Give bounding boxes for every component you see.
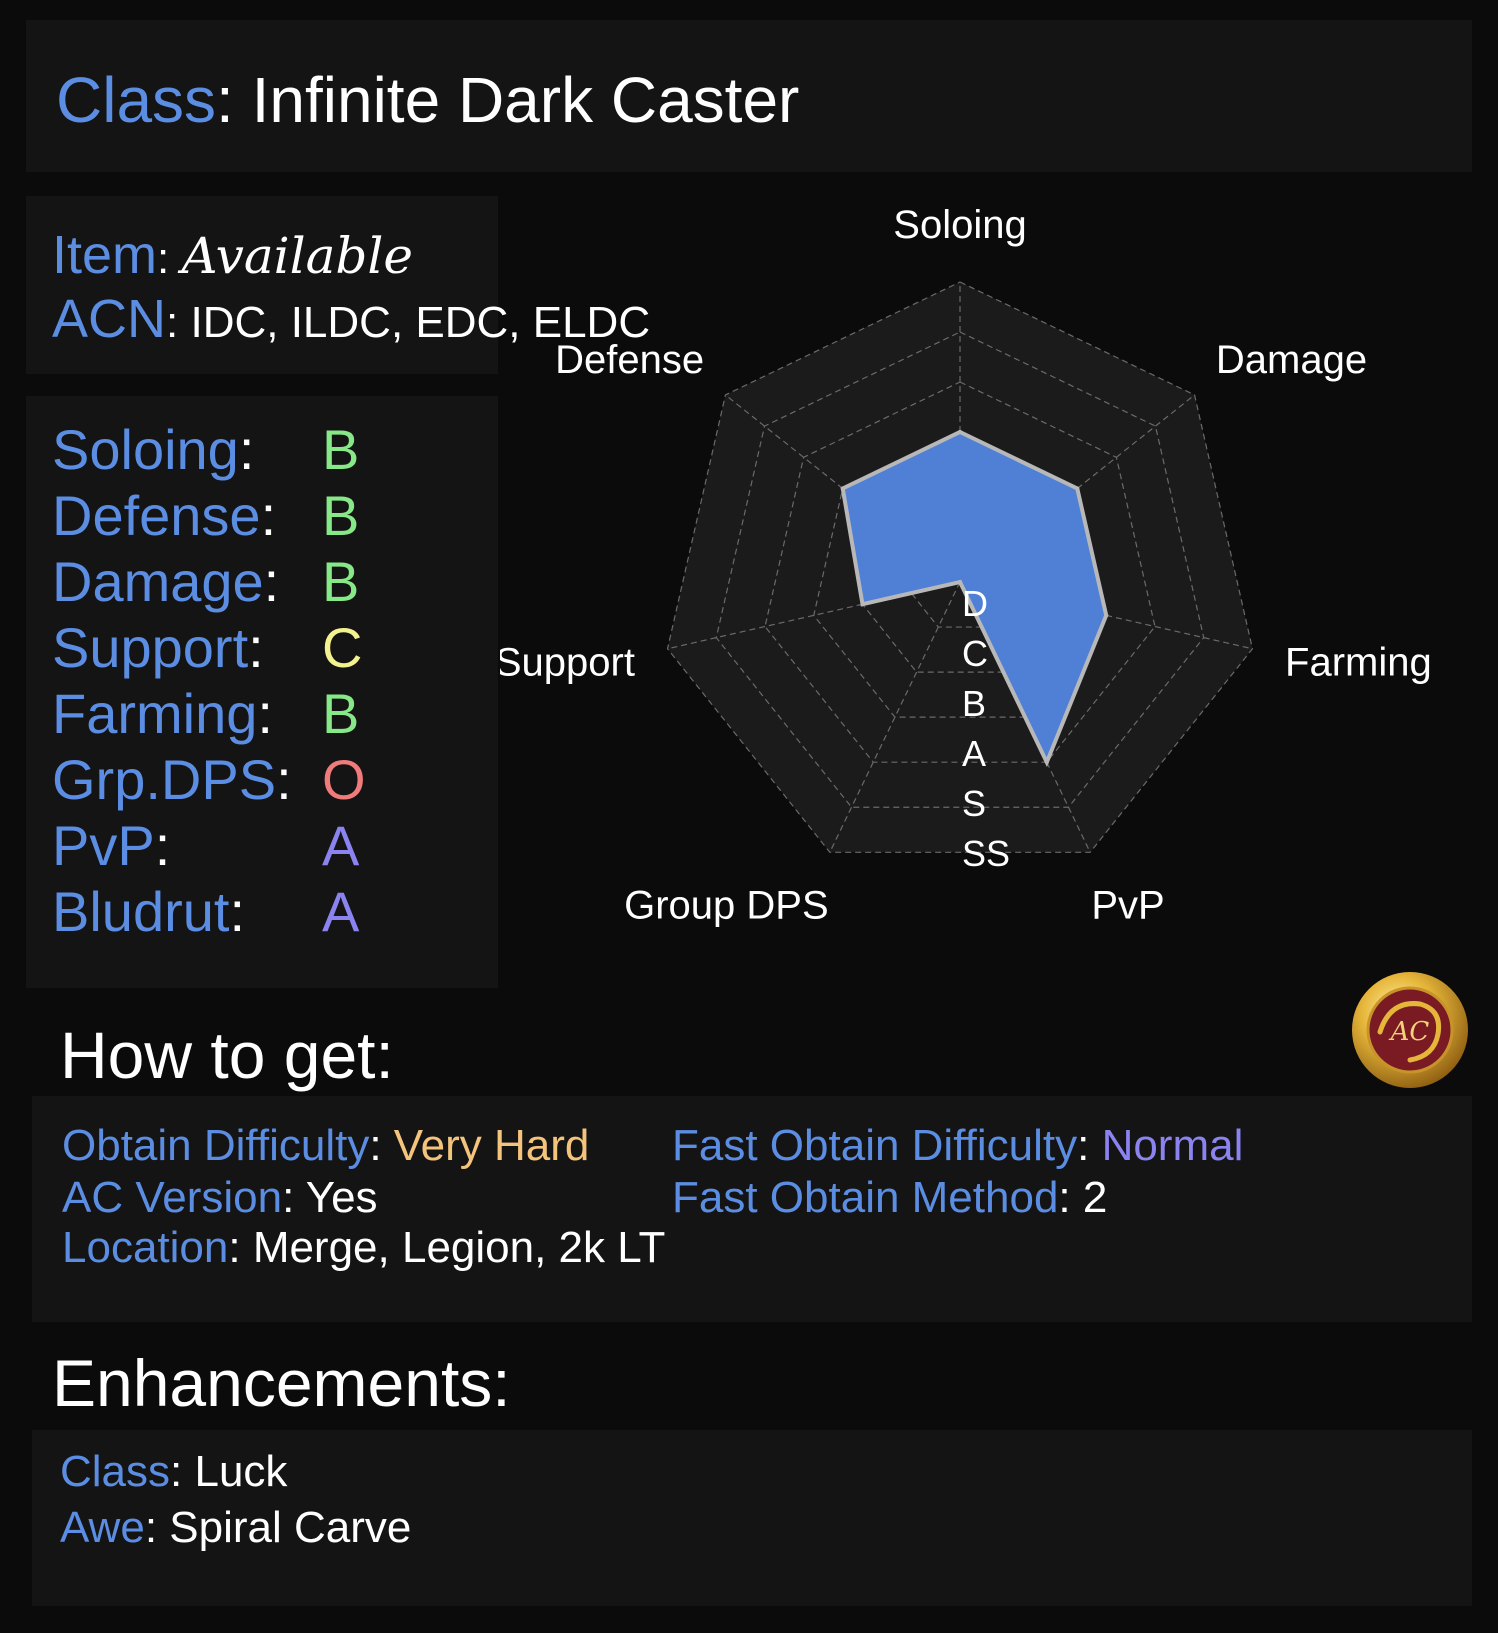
radar-data-point bbox=[840, 486, 845, 491]
rating-row-soloing: Soloing: B bbox=[52, 418, 359, 488]
rating-grade: O bbox=[322, 748, 366, 811]
rating-label: Farming bbox=[52, 682, 258, 745]
location-colon: : bbox=[228, 1223, 253, 1272]
ac-dragon-emblem-icon: AC bbox=[1352, 972, 1468, 1088]
enhancement-class-colon: : bbox=[170, 1447, 195, 1496]
ac-version-colon: : bbox=[282, 1173, 306, 1222]
class-colon: : bbox=[216, 64, 252, 136]
rating-colon: : bbox=[154, 814, 171, 877]
radar-data-point bbox=[1104, 613, 1109, 618]
enhancement-awe-row: Awe: Spiral Carve bbox=[60, 1506, 411, 1550]
rating-row-defense: Defense: B bbox=[52, 484, 359, 554]
radar-scale-label: C bbox=[962, 633, 988, 674]
rating-row-group-dps: Grp.DPS: O bbox=[52, 748, 366, 818]
obtain-difficulty-colon: : bbox=[369, 1121, 394, 1170]
radar-axis-label: Group DPS bbox=[624, 884, 829, 928]
item-row: Item: Available bbox=[52, 228, 413, 282]
rating-label: Grp.DPS bbox=[52, 748, 277, 811]
ac-version-value: Yes bbox=[305, 1173, 378, 1222]
radar-chart: DCBASSSSoloingDamageFarmingPvPGroup DPSS… bbox=[500, 203, 1432, 928]
class-name: Infinite Dark Caster bbox=[251, 64, 800, 136]
obtain-difficulty-label: Obtain Difficulty bbox=[62, 1121, 370, 1170]
fast-obtain-method-colon: : bbox=[1058, 1173, 1083, 1222]
radar-scale-label: S bbox=[962, 783, 986, 824]
item-colon: : bbox=[157, 234, 182, 283]
radar-data-point bbox=[1044, 760, 1049, 765]
radar-axis-label: Soloing bbox=[893, 203, 1026, 247]
enhancement-awe-label: Awe bbox=[60, 1503, 145, 1552]
rating-grade: A bbox=[322, 814, 360, 877]
rating-row-support: Support: C bbox=[52, 616, 362, 686]
rating-label: Bludrut bbox=[52, 880, 230, 943]
rating-colon: : bbox=[257, 682, 273, 745]
class-label: Class bbox=[56, 64, 217, 136]
enhancement-class-value: Luck bbox=[194, 1447, 288, 1496]
rating-grade: B bbox=[322, 418, 360, 481]
radar-data-point bbox=[860, 602, 865, 607]
radar-axis-label: PvP bbox=[1091, 884, 1164, 928]
fast-obtain-difficulty-row: Fast Obtain Difficulty: Normal bbox=[672, 1124, 1243, 1168]
rating-colon: : bbox=[238, 418, 255, 481]
acn-label: ACN bbox=[52, 289, 167, 349]
obtain-difficulty-value: Very Hard bbox=[393, 1121, 590, 1170]
radar-axis-label: Damage bbox=[1216, 338, 1367, 382]
rating-grade: B bbox=[322, 550, 360, 613]
obtain-difficulty-row: Obtain Difficulty: Very Hard bbox=[62, 1124, 589, 1168]
fast-obtain-difficulty-value: Normal bbox=[1101, 1121, 1244, 1170]
rating-row-damage: Damage: B bbox=[52, 550, 359, 620]
rating-grade: B bbox=[322, 682, 360, 745]
enhancements-heading: Enhancements: bbox=[52, 1346, 511, 1420]
radar-scale-label: D bbox=[962, 583, 988, 624]
item-value: Available bbox=[181, 227, 414, 285]
class-title: Class: Infinite Dark Caster bbox=[56, 68, 799, 132]
ac-version-label: AC Version bbox=[62, 1173, 283, 1222]
rating-label: Damage bbox=[52, 550, 264, 613]
rating-grade: B bbox=[322, 484, 360, 547]
radar-scale-label: B bbox=[962, 683, 986, 724]
radar-data-point bbox=[958, 430, 962, 434]
enhancement-class-label: Class bbox=[60, 1447, 171, 1496]
acn-colon: : bbox=[166, 298, 191, 347]
item-label: Item bbox=[52, 225, 158, 285]
rating-label: Support bbox=[52, 616, 249, 679]
rating-colon: : bbox=[263, 550, 280, 613]
enhancement-awe-colon: : bbox=[144, 1503, 170, 1552]
how-to-get-panel: Obtain Difficulty: Very Hard Fast Obtain… bbox=[32, 1096, 1472, 1322]
radar-scale-label: A bbox=[962, 733, 986, 774]
fast-obtain-method-row: Fast Obtain Method: 2 bbox=[672, 1176, 1107, 1220]
rating-label: Defense bbox=[52, 484, 261, 547]
radar-axis-label: Farming bbox=[1285, 641, 1432, 685]
item-info-panel: Item: Available ACN: IDC, ILDC, EDC, ELD… bbox=[26, 196, 650, 374]
radar-axis-label: Defense bbox=[555, 338, 704, 382]
enhancement-awe-value: Spiral Carve bbox=[169, 1503, 412, 1552]
ac-version-row: AC Version: Yes bbox=[62, 1176, 378, 1220]
ratings-panel: Soloing: B Defense: B Damage: B Support: C F… bbox=[26, 396, 498, 988]
rating-label: PvP bbox=[52, 814, 155, 877]
fast-obtain-method-value: 2 bbox=[1082, 1173, 1108, 1222]
enhancement-class-row: Class: Luck bbox=[60, 1450, 287, 1494]
location-value: Merge, Legion, 2k LT bbox=[252, 1223, 666, 1272]
rating-colon: : bbox=[276, 748, 292, 811]
rating-row-bludrut: Bludrut: A bbox=[52, 880, 359, 950]
radar-data-point bbox=[1075, 486, 1080, 491]
radar-axis-label: Support bbox=[500, 641, 635, 685]
enhancements-panel: Class: Luck Awe: Spiral Carve bbox=[32, 1430, 1472, 1606]
rating-colon: : bbox=[248, 616, 264, 679]
location-row: Location: Merge, Legion, 2k LT bbox=[62, 1226, 665, 1270]
rating-label: Soloing bbox=[52, 418, 239, 481]
rating-colon: : bbox=[229, 880, 245, 943]
how-to-get-heading: How to get: bbox=[60, 1018, 394, 1092]
radar-scale-label: SS bbox=[962, 833, 1010, 874]
fast-obtain-difficulty-colon: : bbox=[1077, 1121, 1102, 1170]
rating-colon: : bbox=[260, 484, 277, 547]
location-label: Location bbox=[62, 1223, 229, 1272]
rating-grade: A bbox=[322, 880, 360, 943]
fast-obtain-method-label: Fast Obtain Method bbox=[672, 1173, 1059, 1222]
rating-row-farming: Farming: B bbox=[52, 682, 359, 752]
rating-grade: C bbox=[322, 616, 363, 679]
logo-text: AC bbox=[1389, 1017, 1430, 1047]
rating-row-pvp: PvP: A bbox=[52, 814, 359, 884]
class-header-panel: Class: Infinite Dark Caster bbox=[26, 20, 1472, 172]
fast-obtain-difficulty-label: Fast Obtain Difficulty bbox=[672, 1121, 1078, 1170]
